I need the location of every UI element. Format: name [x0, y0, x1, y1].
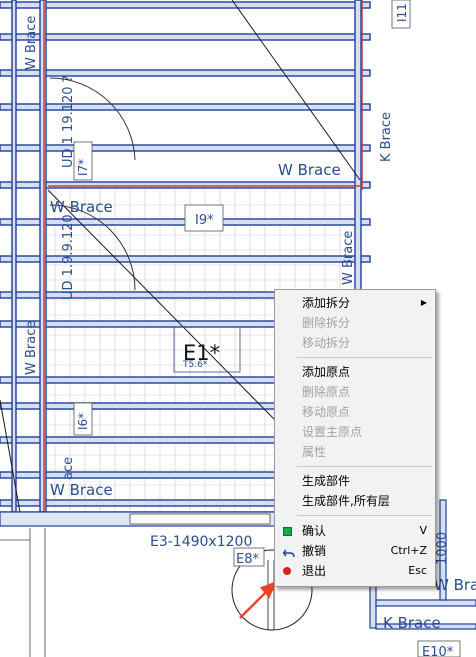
- tag-i6: I6*: [76, 413, 90, 430]
- menu-item-label: 删除拆分: [302, 316, 351, 330]
- menu-shortcut: Ctrl+Z: [390, 544, 427, 557]
- menu-item-label: 删除原点: [302, 385, 351, 399]
- menu-item-move-origin[interactable]: 移动原点: [275, 402, 435, 422]
- menu-item-label: 添加原点: [302, 365, 351, 379]
- menu-item-delete-origin[interactable]: 删除原点: [275, 382, 435, 402]
- menu-item-confirm[interactable]: 确认 V: [275, 521, 435, 541]
- menu-item-generate-part-all-layers[interactable]: 生成部件,所有层: [275, 491, 435, 511]
- menu-item-label: 移动拆分: [302, 336, 351, 350]
- brace-label-v-right-mid: W Brace: [341, 231, 356, 285]
- red-circle-icon: [283, 567, 291, 575]
- menu-item-move-split[interactable]: 移动拆分: [275, 333, 435, 353]
- menu-item-label: 生成部件,所有层: [302, 494, 390, 508]
- tag-center-sub: T5.6*: [182, 360, 208, 370]
- menu-item-label: 设置主原点: [302, 425, 363, 439]
- green-square-icon: [283, 527, 292, 536]
- brace-label-k-bottom: K Brace: [383, 614, 441, 632]
- menu-separator: [297, 357, 432, 358]
- brace-label-v-left-low: ace: [61, 457, 76, 480]
- menu-item-set-main-origin[interactable]: 设置主原点: [275, 422, 435, 442]
- menu-separator: [297, 515, 432, 516]
- brace-label-bottom-left: W Brace: [50, 481, 113, 499]
- brace-label-k-top-right: K Brace: [379, 112, 394, 162]
- menu-item-add-origin[interactable]: 添加原点: [275, 362, 435, 382]
- tag-i9: I9*: [195, 213, 214, 228]
- submenu-arrow-icon: ▶: [420, 298, 427, 307]
- undo-arrow-icon: [282, 545, 295, 558]
- brace-label-bottom-right: W Bra: [434, 576, 476, 594]
- menu-item-exit[interactable]: 退出 Esc: [275, 561, 435, 581]
- menu-item-label: 移动原点: [302, 405, 351, 419]
- tag-e10: E10*: [422, 645, 454, 657]
- menu-item-properties[interactable]: 属性: [275, 442, 435, 462]
- context-menu: 添加拆分 ▶ 删除拆分 移动拆分 添加原点 删除原点 移动原点 设置主原点 属性…: [274, 289, 436, 587]
- menu-shortcut: V: [419, 524, 427, 537]
- menu-item-label: 确认: [302, 524, 327, 538]
- dimension-label-3: 1000: [435, 532, 450, 565]
- brace-label-v-left-mid: W Brace: [24, 321, 39, 375]
- menu-item-label: 退出: [302, 564, 327, 578]
- tag-i7: I7*: [76, 159, 90, 176]
- tag-e8: E8*: [236, 552, 259, 567]
- dimension-label-1: UD 1 19.120 ?: [61, 75, 76, 168]
- menu-shortcut: Esc: [408, 564, 427, 577]
- brace-label-v-left-top: W Brace: [24, 16, 39, 70]
- menu-item-label: 属性: [302, 445, 327, 459]
- menu-item-add-split[interactable]: 添加拆分 ▶: [275, 293, 435, 313]
- tag-i11: I11: [395, 3, 409, 22]
- menu-separator: [297, 466, 432, 467]
- brace-label-top-right: W Brace: [278, 161, 341, 179]
- menu-item-label: 添加拆分: [302, 296, 351, 310]
- dimension-label-2: UD 1.9.9.120: [61, 214, 76, 300]
- menu-item-label: 撤销: [302, 544, 327, 558]
- window-label: E3-1490x1200: [150, 534, 252, 550]
- menu-item-delete-split[interactable]: 删除拆分: [275, 313, 435, 333]
- brace-label-mid-left: W Brace: [50, 198, 113, 216]
- menu-item-label: 生成部件: [302, 474, 351, 488]
- menu-item-generate-part[interactable]: 生成部件: [275, 471, 435, 491]
- menu-item-undo[interactable]: 撤销 Ctrl+Z: [275, 541, 435, 561]
